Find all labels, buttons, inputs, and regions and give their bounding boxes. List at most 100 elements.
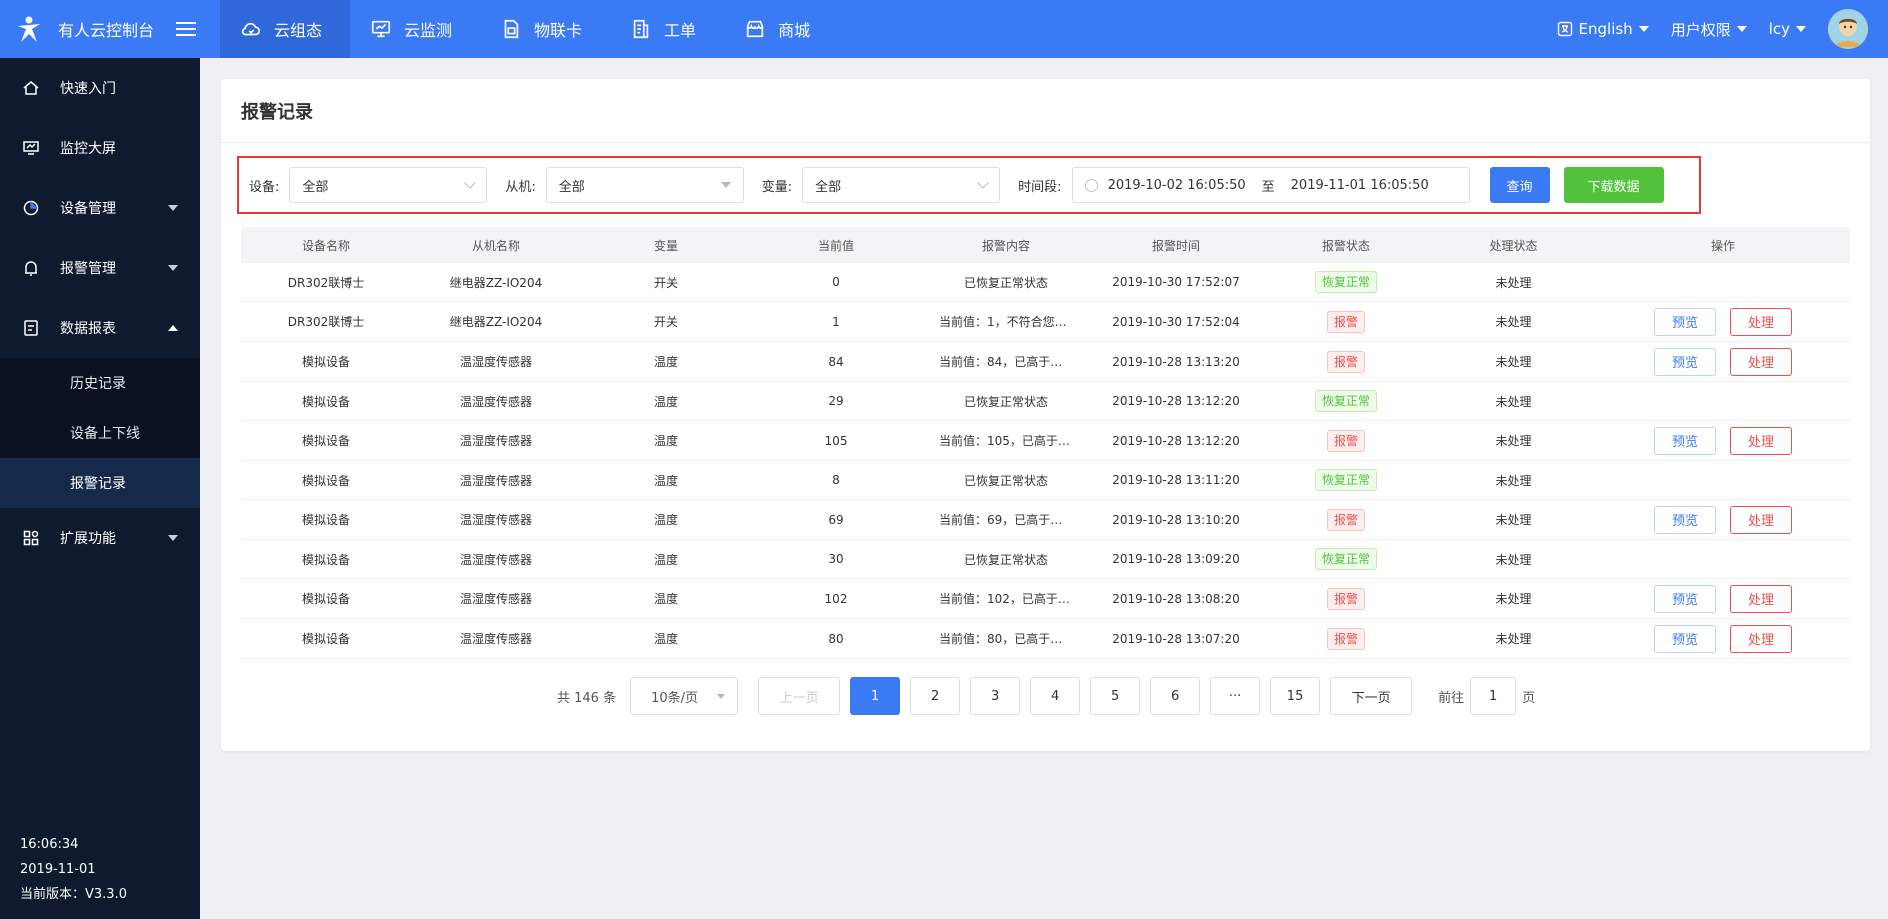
column-header: 报警状态 (1321, 238, 1370, 253)
sidebar-item-extensions[interactable]: 扩展功能 (0, 508, 200, 568)
cell-status: 恢复正常 (1261, 548, 1431, 570)
period-filter-label: 时间段: (1018, 179, 1062, 195)
handle-button[interactable]: 处理 (1730, 505, 1792, 534)
slave-select[interactable]: 全部 (545, 167, 744, 203)
handle-button[interactable]: 处理 (1730, 347, 1792, 376)
sidebar-item-label: 扩展功能 (60, 531, 116, 547)
top-nav-shop[interactable]: 商城 (724, 0, 838, 58)
preview-button[interactable]: 预览 (1654, 505, 1716, 534)
cell-slave: 继电器ZZ-IO204 (449, 275, 543, 290)
page-button-15[interactable]: 15 (1270, 677, 1321, 715)
column-header: 当前值 (817, 238, 854, 253)
report-icon (24, 320, 38, 336)
status-badge: 报警 (1326, 587, 1365, 610)
page-size-select[interactable]: 10条/页 (630, 677, 739, 715)
page-button-2[interactable]: 2 (910, 677, 961, 715)
page-button-3[interactable]: 3 (970, 677, 1021, 715)
cell-variable: 开关 (653, 315, 678, 329)
preview-button[interactable]: 预览 (1654, 624, 1716, 653)
cell-time: 2019-10-28 13:12:20 (1112, 433, 1240, 448)
variable-select[interactable]: 全部 (802, 167, 1001, 203)
page-size-value: 10条/页 (651, 690, 699, 706)
menu-toggle-icon[interactable] (176, 18, 198, 40)
goto-page-input[interactable]: 1 (1470, 677, 1517, 715)
page-button-5[interactable]: 5 (1090, 677, 1141, 715)
cell-time: 2019-10-30 17:52:07 (1112, 275, 1240, 289)
top-nav-cloud-config[interactable]: 云组态 (220, 0, 351, 58)
total-count: 共 146 条 (557, 690, 617, 706)
column-header: 报警内容 (981, 238, 1030, 253)
page-ellipsis-button[interactable]: ··· (1210, 677, 1261, 715)
top-nav-cloud-monitor[interactable]: 云监测 (350, 0, 480, 58)
cell-content: 已恢复正常状态 (963, 275, 1048, 290)
handle-button[interactable]: 处理 (1730, 584, 1792, 613)
cell-time: 2019-10-28 13:11:20 (1112, 473, 1240, 487)
variable-filter-label: 变量: (761, 179, 793, 195)
sidebar-submenu: 历史记录 设备上下线 报警记录 (0, 358, 200, 508)
preview-button[interactable]: 预览 (1654, 584, 1716, 613)
next-page-button[interactable]: 下一页 (1330, 677, 1413, 715)
language-switch[interactable]: English (1557, 20, 1649, 38)
chevron-down-icon (977, 177, 989, 189)
handle-button[interactable]: 处理 (1730, 426, 1792, 455)
cell-status: 恢复正常 (1261, 390, 1431, 412)
table-row: 模拟设备 温湿度传感器 温度 29 已恢复正常状态 2019-10-28 13:… (241, 382, 1850, 421)
sidebar-item-label: 数据报表 (60, 321, 116, 337)
sim-card-icon (504, 19, 519, 39)
handle-button[interactable]: 处理 (1730, 307, 1792, 336)
cell-slave: 温湿度传感器 (459, 513, 532, 527)
device-select[interactable]: 全部 (289, 167, 488, 203)
slave-select-value: 全部 (558, 179, 585, 195)
sidebar-item-device-management[interactable]: 设备管理 (0, 178, 200, 238)
top-nav-label: 物联卡 (534, 21, 583, 40)
language-label: English (1578, 20, 1633, 38)
cell-variable: 温度 (653, 552, 678, 567)
sidebar-item-big-screen[interactable]: 监控大屏 (0, 118, 200, 178)
sidebar-item-alarm-management[interactable]: 报警管理 (0, 238, 200, 298)
permissions-menu[interactable]: 用户权限 (1671, 19, 1747, 40)
preview-button[interactable]: 预览 (1654, 426, 1716, 455)
sidebar: 快速入门 监控大屏 设备管理 报警管理 数据报表 历史记录 设备上下线 报警记录… (0, 58, 200, 919)
table-header: 设备名称 从机名称 变量 当前值 报警内容 报警时间 报警状态 处理状态 操作 (241, 227, 1850, 263)
sidebar-item-quick-start[interactable]: 快速入门 (0, 58, 200, 118)
page-button-1[interactable]: 1 (850, 677, 901, 715)
preview-button[interactable]: 预览 (1654, 347, 1716, 376)
sidebar-subitem-device-online[interactable]: 设备上下线 (0, 408, 200, 458)
prev-page-button[interactable]: 上一页 (758, 677, 841, 715)
preview-button[interactable]: 预览 (1654, 307, 1716, 336)
cell-status: 报警 (1261, 627, 1431, 650)
chevron-down-icon (168, 535, 178, 541)
cell-status: 报警 (1261, 587, 1431, 610)
query-button[interactable]: 查询 (1489, 167, 1550, 203)
cell-handled: 未处理 (1495, 434, 1532, 448)
goto-suffix: 页 (1522, 690, 1536, 706)
cell-slave: 继电器ZZ-IO204 (449, 315, 543, 329)
top-nav-iot-card[interactable]: 物联卡 (480, 0, 610, 58)
ticket-icon (633, 19, 649, 39)
version-info: 当前版本：V3.3.0 (20, 887, 127, 902)
sidebar-item-data-report[interactable]: 数据报表 (0, 298, 200, 358)
top-bar: 有人云控制台 云组态 云监测 物联卡 工单 商城 English 用户权限 lc… (0, 0, 1888, 58)
cell-status: 报警 (1261, 508, 1431, 531)
slave-filter-label: 从机: (505, 179, 536, 195)
top-nav-label: 云监测 (404, 21, 453, 40)
download-data-button[interactable]: 下载数据 (1563, 167, 1664, 203)
page-button-6[interactable]: 6 (1150, 677, 1201, 715)
chevron-down-icon (464, 177, 477, 189)
sidebar-subitem-alarm-records[interactable]: 报警记录 (0, 458, 200, 508)
cell-content: 当前值：105，已高于您... (939, 434, 1082, 448)
top-nav-work-order[interactable]: 工单 (610, 0, 724, 58)
avatar[interactable] (1828, 9, 1868, 49)
cell-actions: 预览 处理 (1596, 347, 1850, 376)
top-nav: 云组态 云监测 物联卡 工单 商城 (220, 0, 838, 58)
cell-variable: 温度 (653, 513, 678, 527)
sidebar-subitem-history[interactable]: 历史记录 (0, 358, 200, 408)
page-button-4[interactable]: 4 (1030, 677, 1081, 715)
chevron-up-icon (168, 325, 178, 331)
date-range-picker[interactable]: 2019-10-02 16:05:50 至 2019-11-01 16:05:5… (1071, 167, 1470, 203)
cell-device: 模拟设备 (301, 632, 350, 646)
cell-actions: 预览 处理 (1596, 307, 1850, 336)
user-menu[interactable]: lcy (1769, 20, 1806, 38)
handle-button[interactable]: 处理 (1730, 624, 1792, 653)
date-range-start: 2019-10-02 16:05:50 (1107, 177, 1246, 193)
